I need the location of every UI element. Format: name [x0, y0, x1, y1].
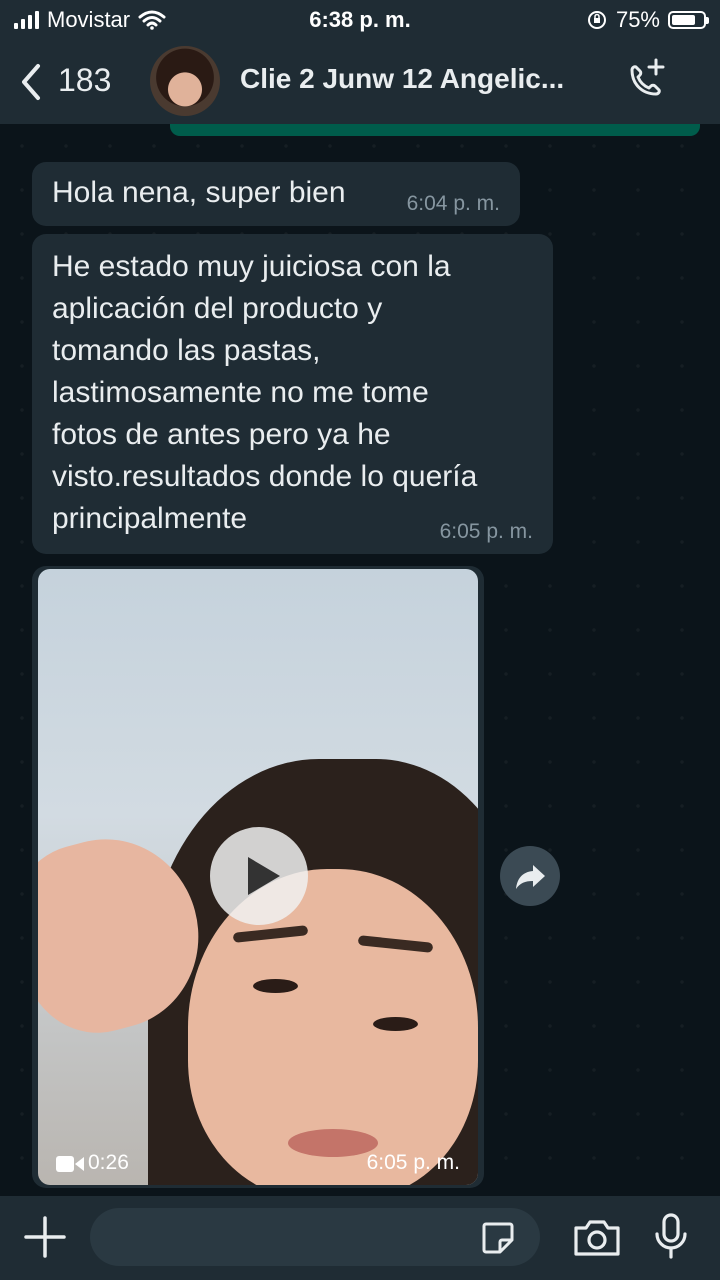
battery-icon: [668, 11, 709, 29]
status-bar: Movistar 6:38 p. m. 75%: [0, 0, 720, 40]
message-bubble[interactable]: Hola nena, super bien 6:04 p. m.: [32, 162, 520, 226]
mic-icon[interactable]: [652, 1212, 690, 1260]
play-button[interactable]: [210, 827, 308, 925]
video-message[interactable]: 0:26 6:05 p. m.: [32, 566, 484, 1188]
back-chevron-icon[interactable]: [16, 62, 46, 102]
input-bar: [0, 1196, 720, 1280]
message-text: Hola nena, super bien: [52, 176, 346, 209]
sticker-icon[interactable]: [480, 1220, 516, 1256]
message-line: lastimosamente no me tome: [52, 376, 429, 409]
battery-percent: 75%: [615, 7, 660, 32]
add-call-icon[interactable]: [622, 56, 670, 104]
forward-button[interactable]: [500, 846, 560, 906]
forward-icon: [516, 865, 545, 889]
video-duration: 0:26: [88, 1151, 129, 1174]
video-camera-icon: [56, 1156, 84, 1172]
message-time: 6:05 p. m.: [439, 520, 533, 543]
battery-fill: [672, 15, 695, 25]
play-icon: [248, 857, 280, 895]
status-right: 75%: [586, 7, 709, 33]
unread-count[interactable]: 183: [58, 62, 111, 99]
chat-area[interactable]: Hola nena, super bien 6:04 p. m. He esta…: [0, 124, 720, 1196]
message-time: 6:04 p. m.: [406, 192, 500, 215]
plus-icon[interactable]: [22, 1214, 68, 1260]
message-bubble[interactable]: He estado muy juiciosa con la aplicación…: [32, 234, 553, 554]
outgoing-message-partial: [170, 124, 700, 136]
chat-title[interactable]: Clie 2 Junw 12 Angelic...: [240, 63, 600, 95]
message-line: aplicación del producto y: [52, 292, 383, 325]
message-time: 6:05 p. m.: [366, 1151, 460, 1174]
message-line: fotos de antes pero ya he: [52, 418, 391, 451]
message-line: He estado muy juiciosa con la: [52, 250, 451, 283]
video-thumbnail[interactable]: 0:26 6:05 p. m.: [38, 569, 478, 1185]
avatar[interactable]: [150, 46, 220, 116]
camera-icon[interactable]: [572, 1218, 622, 1258]
orientation-lock-icon: [587, 11, 606, 29]
message-line: tomando las pastas,: [52, 334, 321, 367]
chat-header: 183 Clie 2 Junw 12 Angelic...: [0, 40, 720, 124]
message-line: visto.resultados donde lo quería: [52, 460, 478, 493]
message-input[interactable]: [90, 1208, 540, 1266]
message-text: He estado muy juiciosa con la aplicación…: [52, 246, 532, 540]
